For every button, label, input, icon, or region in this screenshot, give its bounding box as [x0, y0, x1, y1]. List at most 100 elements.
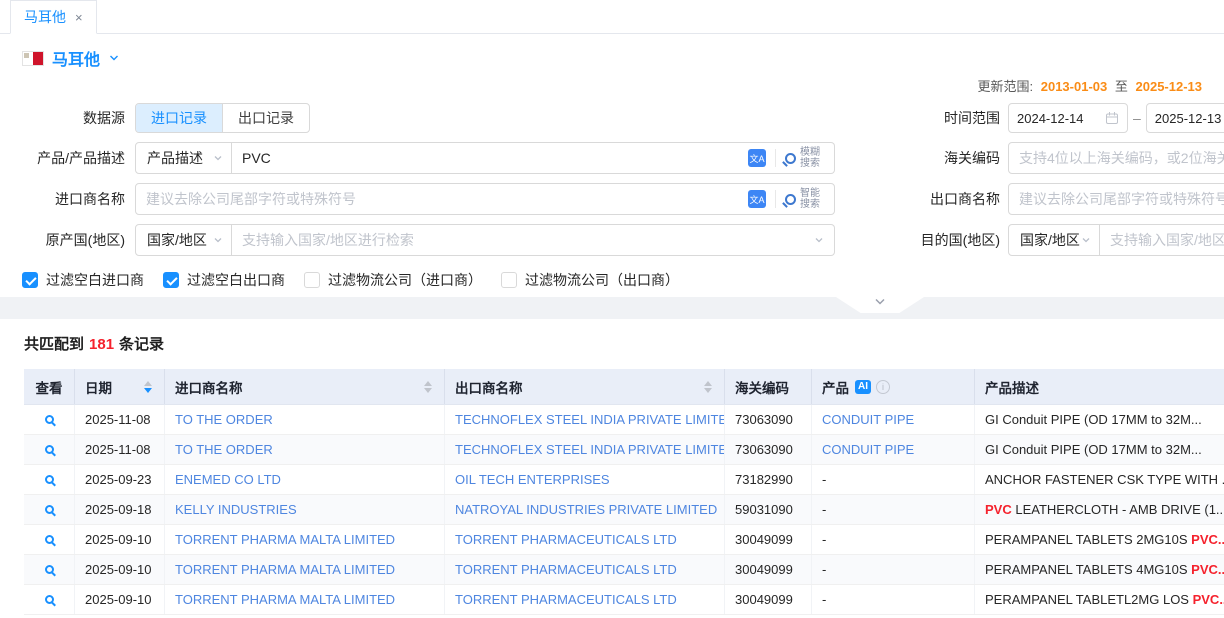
description-cell: PERAMPANEL TABLETS 2MG10S PVC...: [975, 525, 1224, 554]
hs-code-cell: 73063090: [725, 405, 812, 434]
tab-malta[interactable]: 马耳他 ×: [10, 0, 97, 34]
destination-placeholder: 支持输入国家/地区进行检索: [1110, 230, 1224, 250]
column-header[interactable]: 进口商名称: [165, 369, 445, 404]
checkbox-unchecked-icon[interactable]: [304, 272, 320, 288]
exporter-cell[interactable]: TORRENT PHARMACEUTICALS LTD: [445, 555, 725, 584]
importer-cell[interactable]: TO THE ORDER: [165, 435, 445, 464]
description-cell: GI Conduit PIPE (OD 17MM to 32M...: [975, 435, 1224, 464]
column-header[interactable]: 出口商名称: [445, 369, 725, 404]
translate-icon[interactable]: 文A: [748, 190, 766, 208]
product-field-select[interactable]: 产品描述: [135, 142, 232, 174]
origin-placeholder: 支持输入国家/地区进行检索: [242, 230, 414, 250]
destination-label: 目的国(地区): [835, 230, 1008, 250]
product-cell[interactable]: CONDUIT PIPE: [812, 405, 975, 434]
magnifier-icon[interactable]: [45, 505, 54, 514]
date-cell: 2025-11-08: [75, 405, 165, 434]
app-window: 马耳他 × 马耳他 更新范围: 2013-01-03 至 2025-12-13 …: [0, 0, 1224, 618]
column-header-label: 海关编码: [735, 377, 789, 397]
chevron-down-icon[interactable]: [108, 52, 120, 64]
product-cell: -: [812, 555, 975, 584]
column-header-label: 出口商名称: [455, 377, 523, 397]
filter-checkbox[interactable]: 过滤空白出口商: [163, 270, 285, 290]
import-records-tab[interactable]: 进口记录: [136, 104, 222, 132]
origin-country-input[interactable]: 支持输入国家/地区进行检索: [232, 224, 835, 256]
info-icon[interactable]: i: [876, 380, 890, 394]
magnifier-icon[interactable]: [45, 595, 54, 604]
hs-code-label: 海关编码: [835, 148, 1008, 168]
magnifier-icon[interactable]: [45, 415, 54, 424]
view-cell[interactable]: [24, 405, 75, 434]
description-segment: PVC...: [1191, 562, 1224, 577]
checkbox-checked-icon[interactable]: [22, 272, 38, 288]
date-cell: 2025-11-08: [75, 435, 165, 464]
malta-flag-icon: [22, 51, 44, 66]
hs-code-cell: 30049099: [725, 525, 812, 554]
sort-icon[interactable]: [704, 381, 712, 393]
description-cell: GI Conduit PIPE (OD 17MM to 32M...: [975, 405, 1224, 434]
origin-type-select[interactable]: 国家/地区: [135, 224, 232, 256]
collapse-panel-button[interactable]: [836, 297, 924, 313]
filter-checkbox[interactable]: 过滤物流公司（出口商）: [501, 270, 679, 290]
column-header: 产品AIi: [812, 369, 975, 404]
importer-placeholder: 建议去除公司尾部字符或特殊符号: [146, 189, 356, 209]
checkbox-label: 过滤物流公司（进口商）: [328, 270, 482, 290]
product-cell[interactable]: CONDUIT PIPE: [812, 435, 975, 464]
filter-panel: 马耳他 更新范围: 2013-01-03 至 2025-12-13 数据源 进口…: [0, 34, 1224, 297]
page-title: 马耳他: [52, 46, 100, 70]
exporter-name-input[interactable]: 建议去除公司尾部字符或特殊符号: [1008, 183, 1224, 215]
hs-code-input[interactable]: 支持4位以上海关编码，或2位海关编码加: [1008, 142, 1224, 174]
exporter-cell[interactable]: NATROYAL INDUSTRIES PRIVATE LIMITED: [445, 495, 725, 524]
ai-badge: AI: [855, 380, 871, 394]
filter-checkbox[interactable]: 过滤空白进口商: [22, 270, 144, 290]
filter-checkbox[interactable]: 过滤物流公司（进口商）: [304, 270, 482, 290]
view-cell[interactable]: [24, 555, 75, 584]
destination-country-input[interactable]: 支持输入国家/地区进行检索: [1100, 224, 1224, 256]
exporter-cell[interactable]: TECHNOFLEX STEEL INDIA PRIVATE LIMITED: [445, 435, 725, 464]
date-cell: 2025-09-10: [75, 555, 165, 584]
checkbox-unchecked-icon[interactable]: [501, 272, 517, 288]
destination-type-select-value: 国家/地区: [1020, 230, 1080, 250]
column-header[interactable]: 日期: [75, 369, 165, 404]
magnifier-icon[interactable]: [45, 445, 54, 454]
smart-search-icon[interactable]: [785, 194, 796, 205]
exporter-cell[interactable]: OIL TECH ENTERPRISES: [445, 465, 725, 494]
sort-icon[interactable]: [144, 381, 152, 393]
table-row: 2025-09-10TORRENT PHARMA MALTA LIMITEDTO…: [24, 525, 1224, 555]
start-date-value: 2024-12-14: [1017, 111, 1084, 126]
magnifier-icon[interactable]: [45, 565, 54, 574]
hs-code-cell: 30049099: [725, 555, 812, 584]
destination-type-select[interactable]: 国家/地区: [1008, 224, 1100, 256]
export-records-tab[interactable]: 出口记录: [222, 104, 309, 132]
importer-name-input[interactable]: 建议去除公司尾部字符或特殊符号 文A 智能搜索: [135, 183, 835, 215]
checkbox-label: 过滤空白出口商: [187, 270, 285, 290]
hs-code-cell: 30049099: [725, 585, 812, 614]
magnifier-icon[interactable]: [45, 535, 54, 544]
view-cell[interactable]: [24, 585, 75, 614]
end-date-input[interactable]: 2025-12-13: [1146, 103, 1224, 133]
importer-cell[interactable]: TORRENT PHARMA MALTA LIMITED: [165, 555, 445, 584]
importer-cell[interactable]: TO THE ORDER: [165, 405, 445, 434]
exporter-cell[interactable]: TORRENT PHARMACEUTICALS LTD: [445, 585, 725, 614]
view-cell[interactable]: [24, 465, 75, 494]
close-icon[interactable]: ×: [75, 10, 83, 25]
exporter-cell[interactable]: TECHNOFLEX STEEL INDIA PRIVATE LIMITED: [445, 405, 725, 434]
view-cell[interactable]: [24, 435, 75, 464]
start-date-input[interactable]: 2024-12-14: [1008, 103, 1128, 133]
count-value: 181: [89, 336, 114, 353]
exporter-cell[interactable]: TORRENT PHARMACEUTICALS LTD: [445, 525, 725, 554]
magnifier-icon[interactable]: [45, 475, 54, 484]
checkbox-checked-icon[interactable]: [163, 272, 179, 288]
divider: [775, 190, 776, 208]
importer-cell[interactable]: TORRENT PHARMA MALTA LIMITED: [165, 525, 445, 554]
importer-cell[interactable]: TORRENT PHARMA MALTA LIMITED: [165, 585, 445, 614]
view-cell[interactable]: [24, 495, 75, 524]
importer-cell[interactable]: KELLY INDUSTRIES: [165, 495, 445, 524]
fuzzy-search-label[interactable]: 模糊搜索: [800, 147, 824, 169]
fuzzy-search-icon[interactable]: [785, 153, 796, 164]
smart-search-label[interactable]: 智能搜索: [800, 188, 824, 210]
view-cell[interactable]: [24, 525, 75, 554]
translate-icon[interactable]: 文A: [748, 149, 766, 167]
sort-icon[interactable]: [424, 381, 432, 393]
product-description-input[interactable]: PVC 文A 模糊搜索: [232, 142, 835, 174]
importer-cell[interactable]: ENEMED CO LTD: [165, 465, 445, 494]
